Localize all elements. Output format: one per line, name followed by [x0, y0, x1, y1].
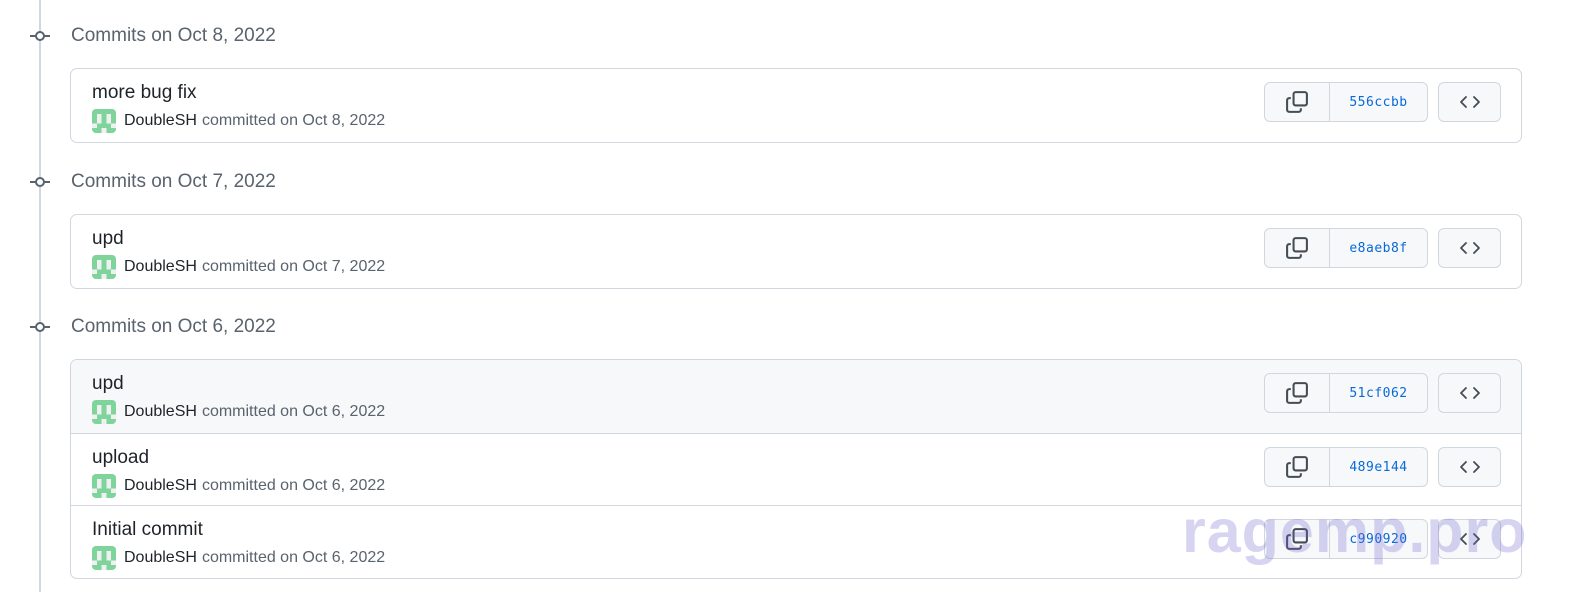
sha-button-group: c990920: [1264, 519, 1428, 559]
author-link[interactable]: DoubleSH: [124, 477, 197, 495]
commit-meta: DoubleSH committed on Oct 7, 2022: [92, 255, 385, 279]
copy-icon: [1286, 91, 1308, 113]
git-commit-icon: [30, 322, 50, 332]
committed-date: committed on Oct 6, 2022: [201, 403, 386, 420]
code-icon: [1459, 387, 1480, 399]
commit-row: upload DoubleSH committed on Oct 6, 2022: [71, 433, 1521, 505]
browse-repo-button[interactable]: [1438, 373, 1501, 413]
commit-group-title: Commits on Oct 7, 2022: [71, 171, 276, 192]
code-icon: [1459, 242, 1480, 254]
commit-row: Initial commit DoubleSH committed on Oct…: [71, 505, 1521, 577]
identicon-avatar[interactable]: [92, 109, 116, 133]
commit-sha-button[interactable]: 489e144: [1330, 448, 1427, 486]
committed-date: committed on Oct 6, 2022: [201, 477, 386, 494]
sha-button-group: 51cf062: [1264, 373, 1428, 413]
copy-sha-button[interactable]: [1265, 448, 1330, 486]
author-link[interactable]: DoubleSH: [124, 112, 197, 130]
commit-message-link[interactable]: upd: [92, 228, 124, 250]
commit-meta: DoubleSH committed on Oct 8, 2022: [92, 109, 385, 133]
copy-sha-button[interactable]: [1265, 83, 1330, 121]
browse-repo-button[interactable]: [1438, 447, 1501, 487]
code-icon: [1459, 461, 1480, 473]
commit-actions: 51cf062: [1264, 373, 1501, 413]
commit-meta: DoubleSH committed on Oct 6, 2022: [92, 400, 385, 424]
commit-group-header: Commits on Oct 6, 2022: [0, 312, 600, 342]
commit-row: more bug fix DoubleSH committed on Oct 8…: [71, 69, 1521, 142]
commit-sha-button[interactable]: 51cf062: [1330, 374, 1427, 412]
copy-sha-button[interactable]: [1265, 520, 1330, 558]
copy-sha-button[interactable]: [1265, 229, 1330, 267]
copy-icon: [1286, 237, 1308, 259]
browse-repo-button[interactable]: [1438, 519, 1501, 559]
code-icon: [1459, 533, 1480, 545]
commit-list: upd DoubleSH committed on Oct 6, 2022 51…: [70, 359, 1522, 579]
identicon-avatar[interactable]: [92, 400, 116, 424]
timeline-line: [39, 0, 41, 592]
commit-message-link[interactable]: upload: [92, 447, 149, 469]
commit-message-link[interactable]: Initial commit: [92, 519, 203, 541]
sha-button-group: 489e144: [1264, 447, 1428, 487]
commit-actions: e8aeb8f: [1264, 228, 1501, 268]
commit-list: upd DoubleSH committed on Oct 7, 2022 e8…: [70, 214, 1522, 289]
browse-repo-button[interactable]: [1438, 228, 1501, 268]
commit-message-link[interactable]: upd: [92, 373, 124, 395]
author-link[interactable]: DoubleSH: [124, 258, 197, 276]
commit-message-link[interactable]: more bug fix: [92, 82, 197, 104]
commit-row: upd DoubleSH committed on Oct 7, 2022 e8…: [71, 215, 1521, 288]
commit-sha-button[interactable]: e8aeb8f: [1330, 229, 1427, 267]
browse-repo-button[interactable]: [1438, 82, 1501, 122]
committed-date: committed on Oct 6, 2022: [201, 549, 386, 566]
commit-sha-button[interactable]: c990920: [1330, 520, 1427, 558]
identicon-avatar[interactable]: [92, 474, 116, 498]
copy-icon: [1286, 456, 1308, 478]
commit-meta: DoubleSH committed on Oct 6, 2022: [92, 474, 385, 498]
code-icon: [1459, 96, 1480, 108]
commit-group-header: Commits on Oct 8, 2022: [0, 21, 600, 51]
commit-list: more bug fix DoubleSH committed on Oct 8…: [70, 68, 1522, 143]
git-commit-icon: [30, 177, 50, 187]
commit-actions: 489e144: [1264, 447, 1501, 487]
commit-meta: DoubleSH committed on Oct 6, 2022: [92, 546, 385, 570]
copy-icon: [1286, 528, 1308, 550]
author-link[interactable]: DoubleSH: [124, 403, 197, 421]
commit-actions: c990920: [1264, 519, 1501, 559]
commit-group-title: Commits on Oct 6, 2022: [71, 316, 276, 337]
copy-icon: [1286, 382, 1308, 404]
commit-sha-button[interactable]: 556ccbb: [1330, 83, 1427, 121]
author-link[interactable]: DoubleSH: [124, 549, 197, 567]
commit-group-header: Commits on Oct 7, 2022: [0, 167, 600, 197]
committed-date: committed on Oct 7, 2022: [201, 258, 386, 275]
sha-button-group: e8aeb8f: [1264, 228, 1428, 268]
identicon-avatar[interactable]: [92, 255, 116, 279]
git-commit-icon: [30, 31, 50, 41]
commit-group-title: Commits on Oct 8, 2022: [71, 25, 276, 46]
commit-actions: 556ccbb: [1264, 82, 1501, 122]
sha-button-group: 556ccbb: [1264, 82, 1428, 122]
commit-row: upd DoubleSH committed on Oct 6, 2022 51…: [71, 360, 1521, 433]
copy-sha-button[interactable]: [1265, 374, 1330, 412]
identicon-avatar[interactable]: [92, 546, 116, 570]
committed-date: committed on Oct 8, 2022: [201, 112, 386, 129]
